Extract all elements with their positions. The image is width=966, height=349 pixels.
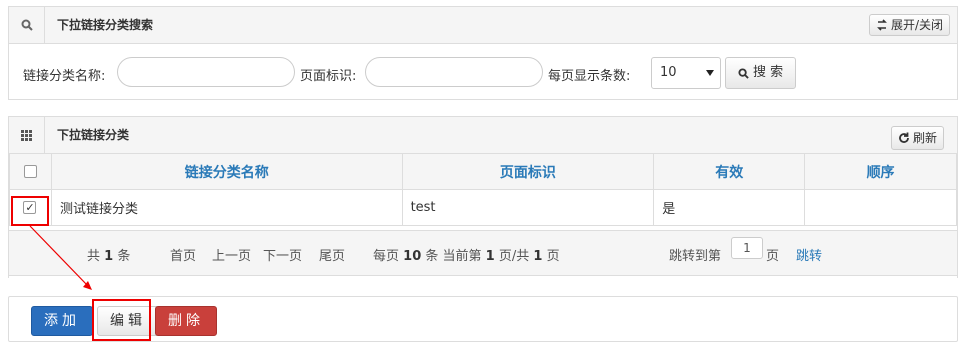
pager-last[interactable]: 尾页 [319,245,345,264]
jump-label: 跳转到第 [669,249,722,264]
jump-page-input[interactable]: 1 [731,237,763,259]
column-header-page-id[interactable]: 页面标识 [401,153,655,190]
search-panel-title: 下拉链接分类搜索 [57,18,154,32]
per-page-select[interactable]: 10 [651,57,721,89]
annotation-highlight-edit-button [92,299,151,341]
refresh-label: 刷新 [913,131,938,145]
table-row[interactable]: ✓ 测试链接分类 test 是 [9,189,957,226]
grid-icon [9,117,45,153]
search-panel: 下拉链接分类搜索 展开/关闭 链接分类名称: 页面标识: 每页显示条数: 10 … [8,6,958,100]
list-panel-title: 下拉链接分类 [57,128,130,142]
list-panel-header: 下拉链接分类 刷新 [9,117,957,154]
pager-per-prefix: 每页 [373,249,400,264]
pager-total: 共 1 条 [87,245,130,264]
add-button[interactable]: 添加 [31,306,93,336]
category-table: 链接分类名称 页面标识 有效 顺序 ✓ 测试链接分类 test 是 [9,153,957,226]
pager-pages: 1 [533,249,543,264]
column-header-name[interactable]: 链接分类名称 [50,153,403,190]
table-header-row: 链接分类名称 页面标识 有效 顺序 [9,153,957,190]
search-form: 链接分类名称: 页面标识: 每页显示条数: 10 搜 索 [9,57,957,89]
pager-per-suffix: 条 当前第 [425,249,482,264]
jump-unit: 页 [766,249,780,264]
search-button-label: 搜 索 [753,65,784,80]
pager-info: 每页 10 条 当前第 1 页/共 1 页 [373,245,560,264]
pager-total-prefix: 共 [87,249,101,264]
search-panel-header: 下拉链接分类搜索 展开/关闭 [9,7,957,44]
name-label: 链接分类名称: [23,69,106,84]
toggle-button[interactable]: 展开/关闭 [869,14,951,36]
row-order [804,189,957,226]
search-icon [738,67,749,79]
search-icon [9,7,45,43]
pager-first[interactable]: 首页 [170,245,196,264]
search-button[interactable]: 搜 索 [725,57,797,89]
pagination-bar: 共 1 条 首页 上一页 下一页 尾页 每页 10 条 当前第 1 页/共 1 … [8,230,958,276]
select-all-checkbox[interactable] [23,165,37,178]
page-id-label: 页面标识: [300,69,357,84]
refresh-button[interactable]: 刷新 [891,126,945,150]
refresh-icon [899,132,909,143]
select-all-cell [9,153,52,190]
page-id-input[interactable] [365,57,543,87]
pager-total-count: 1 [104,249,114,264]
toggle-label: 展开/关闭 [891,18,944,32]
pager-current: 1 [485,249,495,264]
delete-button[interactable]: 删除 [155,306,217,336]
per-page-value: 10 [660,65,677,80]
row-page-id: test [401,189,655,226]
jump-link[interactable]: 跳转 [796,245,822,264]
annotation-highlight-checkbox [11,196,49,226]
pager-total-suffix: 条 [117,249,131,264]
pager-page-sep: 页/共 [498,249,530,264]
pager-per-count: 10 [403,249,422,264]
row-name: 测试链接分类 [50,189,403,226]
name-input[interactable] [117,57,295,87]
column-header-order[interactable]: 顺序 [804,153,957,190]
per-page-label: 每页显示条数: [548,69,631,84]
chevron-down-icon [706,70,714,76]
toggle-icon [877,19,887,31]
pager-pages-suffix: 页 [546,249,560,264]
row-valid: 是 [653,189,806,226]
column-header-valid[interactable]: 有效 [653,153,806,190]
pager-next[interactable]: 下一页 [263,245,302,264]
pager-prev[interactable]: 上一页 [212,245,251,264]
